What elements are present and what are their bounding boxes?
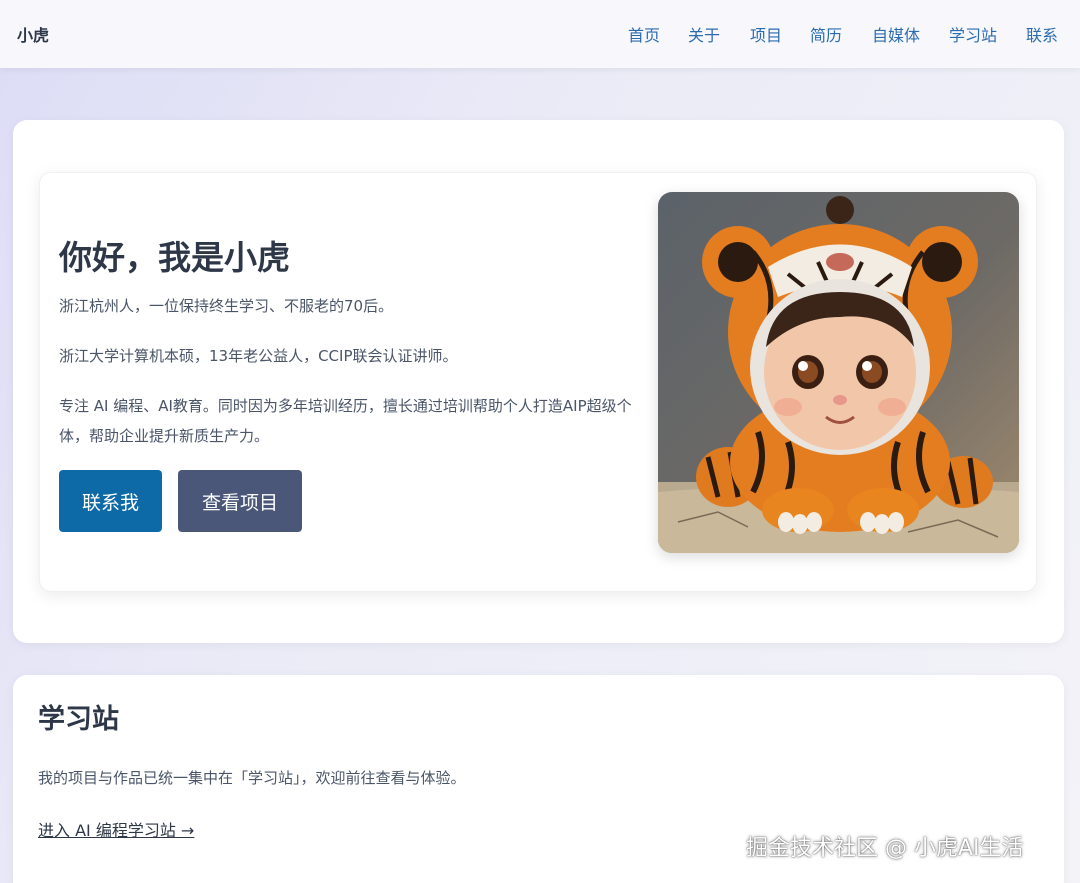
hero-card: 你好，我是小虎 浙江杭州人，一位保持终生学习、不服老的70后。 浙江大学计算机本…: [39, 172, 1037, 592]
learn-title: 学习站: [38, 704, 119, 735]
site-brand[interactable]: 小虎: [17, 22, 49, 46]
nav-link-home[interactable]: 首页: [628, 22, 660, 46]
nav-link-media[interactable]: 自媒体: [872, 22, 920, 46]
hero-intro-1: 浙江杭州人，一位保持终生学习、不服老的70后。: [59, 297, 394, 315]
tiger-avatar-image: [658, 192, 1019, 553]
nav-link-learn[interactable]: 学习站: [949, 22, 997, 46]
tiger-avatar-illustration: [658, 196, 1019, 553]
hero-section: 你好，我是小虎 浙江杭州人，一位保持终生学习、不服老的70后。 浙江大学计算机本…: [13, 120, 1064, 643]
hero-intro-3: 专注 AI 编程、AI教育。同时因为多年培训经历，擅长通过培训帮助个人打造AIP…: [59, 397, 632, 445]
hero-title: 你好，我是小虎: [59, 238, 290, 277]
site-header: 小虎 首页 关于 项目 简历 自媒体 学习站 联系: [0, 0, 1080, 68]
view-projects-button[interactable]: 查看项目: [178, 470, 302, 532]
watermark: 掘金技术社区 @ 小虎AI生活: [746, 836, 1024, 861]
learn-site-link[interactable]: 进入 AI 编程学习站 →: [38, 817, 194, 841]
learn-description: 我的项目与作品已统一集中在「学习站」，欢迎前往查看与体验。: [38, 769, 466, 787]
nav-link-projects[interactable]: 项目: [750, 22, 782, 46]
hero-intro-2: 浙江大学计算机本硕，13年老公益人，CCIP联会认证讲师。: [59, 347, 458, 365]
nav-link-resume[interactable]: 简历: [810, 22, 842, 46]
nav-link-about[interactable]: 关于: [688, 22, 720, 46]
contact-me-button[interactable]: 联系我: [59, 470, 162, 532]
nav-link-contact[interactable]: 联系: [1026, 22, 1058, 46]
